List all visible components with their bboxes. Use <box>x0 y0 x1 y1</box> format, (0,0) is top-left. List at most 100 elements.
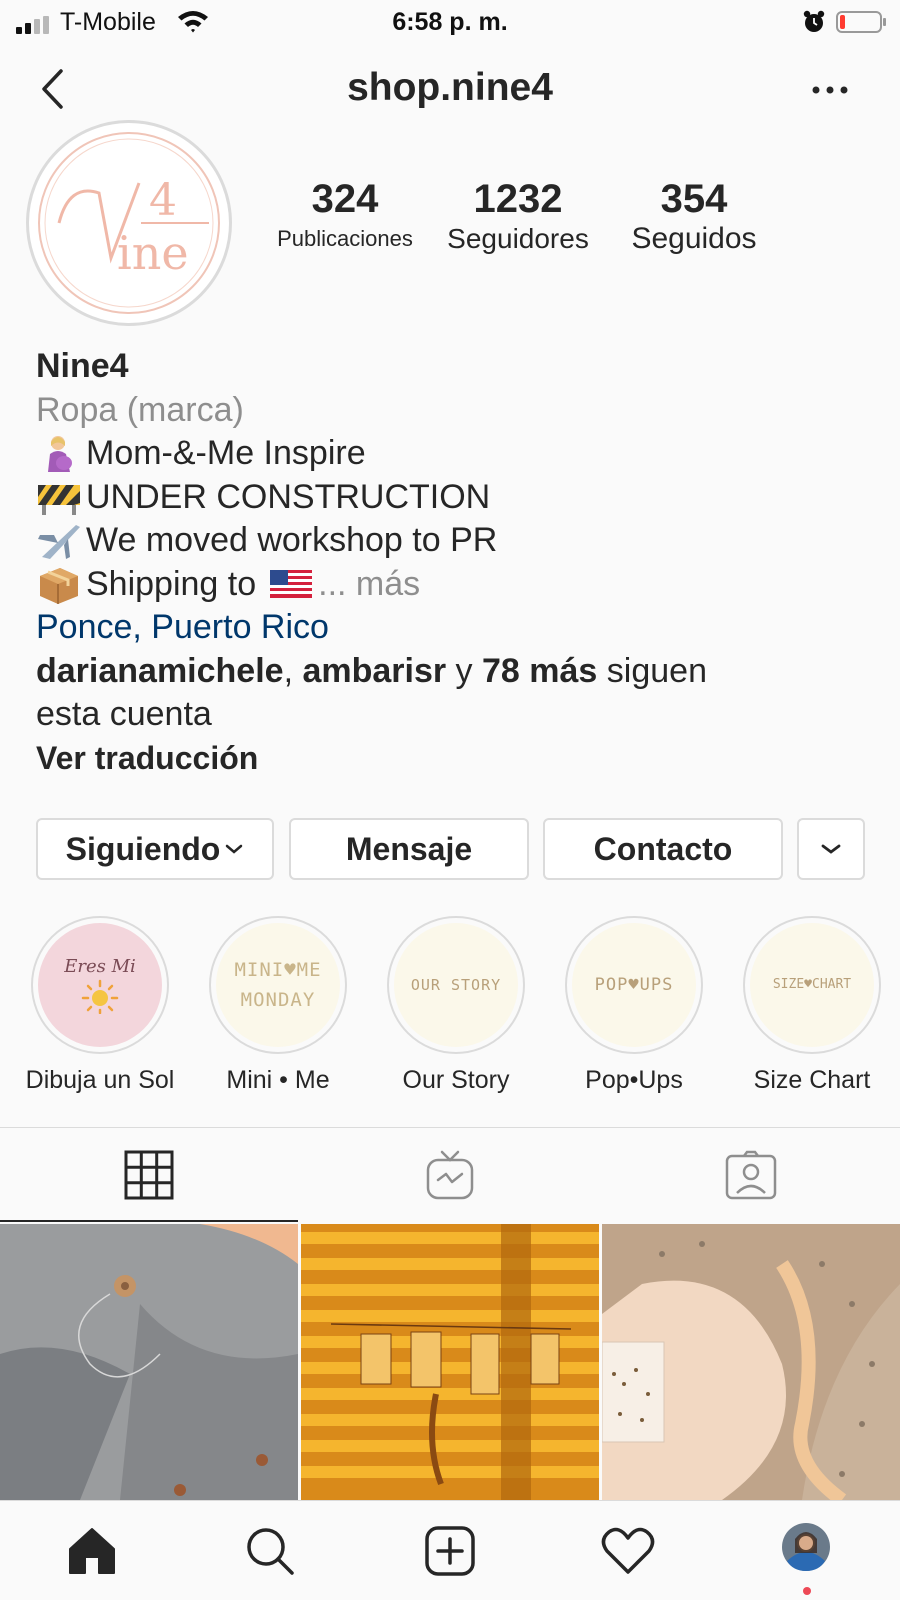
highlight-cover: POP♥UPS <box>572 923 696 1047</box>
followed-by-text[interactable]: darianamichele, ambarisr y 78 más siguen… <box>36 650 876 737</box>
following-button[interactable]: Siguiendo <box>36 818 274 880</box>
posts-count[interactable]: 324 Publicaciones <box>260 176 430 256</box>
new-post-tab[interactable] <box>420 1523 480 1579</box>
igtv-icon <box>426 1150 474 1200</box>
highlight-label: Pop•Ups <box>585 1066 683 1094</box>
story-highlight[interactable]: OUR STORY Our Story <box>371 916 541 1095</box>
post-thumbnail[interactable] <box>602 1224 900 1500</box>
grid-icon <box>124 1150 174 1200</box>
contact-button[interactable]: Contacto <box>543 818 783 880</box>
post-thumbnail[interactable] <box>0 1224 298 1500</box>
posts-count-label: Publicaciones <box>277 226 413 251</box>
profile-avatar <box>782 1523 830 1571</box>
alarm-icon <box>803 10 825 32</box>
highlight-cover-ring: OUR STORY <box>387 916 525 1054</box>
status-time: 6:58 p. m. <box>392 8 508 36</box>
followed-by-others[interactable]: 78 más <box>482 652 597 690</box>
highlight-cover: SIZE♥CHART <box>750 923 874 1047</box>
suggested-accounts-button[interactable] <box>797 818 865 880</box>
contact-button-label: Contacto <box>593 830 733 867</box>
following-count-label: Seguidos <box>631 222 757 255</box>
profile-tab[interactable] <box>776 1523 836 1579</box>
bio-text: UNDER CONSTRUCTION <box>86 477 491 516</box>
highlight-cover: Eres Mi <box>38 923 162 1047</box>
message-button-label: Mensaje <box>345 830 473 867</box>
nav-bar: shop.nine4 <box>0 56 900 128</box>
bio-text: Mom-&-Me Inspire <box>86 434 366 472</box>
chevron-down-icon <box>226 844 243 854</box>
sun-icon <box>81 979 119 1014</box>
highlight-cover: OUR STORY <box>394 923 518 1047</box>
tagged-icon <box>725 1150 777 1200</box>
profile-category: Ropa (marca) <box>36 390 244 429</box>
story-highlight[interactable]: Eres Mi Dibuja un Sol <box>15 916 185 1095</box>
followed-by-suffix-2: esta cuenta <box>36 695 212 733</box>
profile-display-name: Nine4 <box>36 347 129 385</box>
story-highlight[interactable]: MINI♥ME MONDAY Mini • Me <box>193 916 363 1095</box>
svg-text:4: 4 <box>149 175 177 226</box>
bottom-tab-bar <box>0 1500 900 1600</box>
followed-by-and: y <box>446 651 483 690</box>
highlight-label: Mini • Me <box>226 1066 330 1094</box>
highlight-cover-text: MINI♥ME <box>234 959 322 981</box>
highlight-cover-text: POP♥UPS <box>594 975 674 995</box>
followers-count[interactable]: 1232 Seguidores <box>432 176 604 256</box>
profile-username-title: shop.nine4 <box>347 66 553 109</box>
story-highlight[interactable]: POP♥UPS Pop•Ups <box>549 916 719 1095</box>
message-button[interactable]: Mensaje <box>289 818 529 880</box>
activity-tab[interactable] <box>598 1523 658 1579</box>
highlight-label: Dibuja un Sol <box>25 1066 175 1094</box>
bio-line: Shipping to ... más <box>36 563 876 607</box>
following-count[interactable]: 354 Seguidos <box>608 176 780 256</box>
search-icon <box>247 1528 294 1575</box>
bio-text: Shipping to <box>86 564 257 603</box>
followed-by-separator: , <box>283 651 303 690</box>
home-tab[interactable] <box>62 1523 122 1579</box>
home-icon <box>69 1528 115 1574</box>
notification-dot <box>803 1587 811 1595</box>
post-image-blinds <box>301 1224 599 1500</box>
nine4-logo: ine 4 <box>38 132 220 314</box>
bio-more-link[interactable]: ... más <box>318 563 420 607</box>
search-tab[interactable] <box>240 1523 300 1579</box>
highlight-cover-text: OUR STORY <box>410 976 502 994</box>
highlight-cover-text: SIZE♥CHART <box>772 977 852 992</box>
profile-bio: Nine4 Ropa (marca) Mom-&-Me Inspire UNDE… <box>36 345 876 780</box>
followed-by-user[interactable]: darianamichele <box>36 652 284 690</box>
followed-by-user[interactable]: ambarisr <box>302 652 446 690</box>
see-translation-link[interactable]: Ver traducción <box>36 737 876 781</box>
story-highlight[interactable]: SIZE♥CHART Size Chart <box>727 916 897 1095</box>
highlight-cover-ring: Eres Mi <box>31 916 169 1054</box>
followed-by-suffix: siguen <box>597 651 707 690</box>
followers-count-value: 1232 <box>473 177 563 221</box>
highlight-cover-ring: MINI♥ME MONDAY <box>209 916 347 1054</box>
highlight-cover-text: MONDAY <box>240 989 316 1011</box>
bio-line: We moved workshop to PR <box>36 519 876 563</box>
highlight-cover-ring: POP♥UPS <box>565 916 703 1054</box>
followers-count-label: Seguidores <box>447 223 589 254</box>
status-bar: T-Mobile 6:58 p. m. <box>0 0 900 46</box>
following-button-label: Siguiendo <box>65 830 221 867</box>
chevron-down-icon <box>821 844 841 854</box>
profile-avatar[interactable]: ine 4 <box>26 120 232 326</box>
post-image-fabric <box>0 1224 298 1500</box>
bio-line: Mom-&-Me Inspire <box>36 432 876 476</box>
tab-grid[interactable] <box>0 1128 298 1222</box>
highlight-label: Our Story <box>402 1066 510 1094</box>
post-image-floral-dress <box>602 1224 900 1500</box>
tab-igtv[interactable] <box>301 1128 599 1222</box>
profile-location-link[interactable]: Ponce, Puerto Rico <box>36 606 876 650</box>
tab-tagged[interactable] <box>602 1128 900 1222</box>
tab-active-indicator <box>0 1220 298 1222</box>
highlight-cover-ring: SIZE♥CHART <box>743 916 881 1054</box>
battery-icon <box>836 11 886 33</box>
pregnant-woman-emoji-icon <box>48 435 72 472</box>
posts-count-value: 324 <box>311 177 379 221</box>
svg-text:ine: ine <box>117 226 189 280</box>
highlight-label: Size Chart <box>753 1066 871 1094</box>
highlight-cover: MINI♥ME MONDAY <box>216 923 340 1047</box>
post-thumbnail[interactable] <box>301 1224 599 1500</box>
more-options-icon[interactable] <box>806 74 854 106</box>
package-emoji-icon <box>40 568 78 605</box>
airplane-emoji-icon <box>38 524 80 559</box>
